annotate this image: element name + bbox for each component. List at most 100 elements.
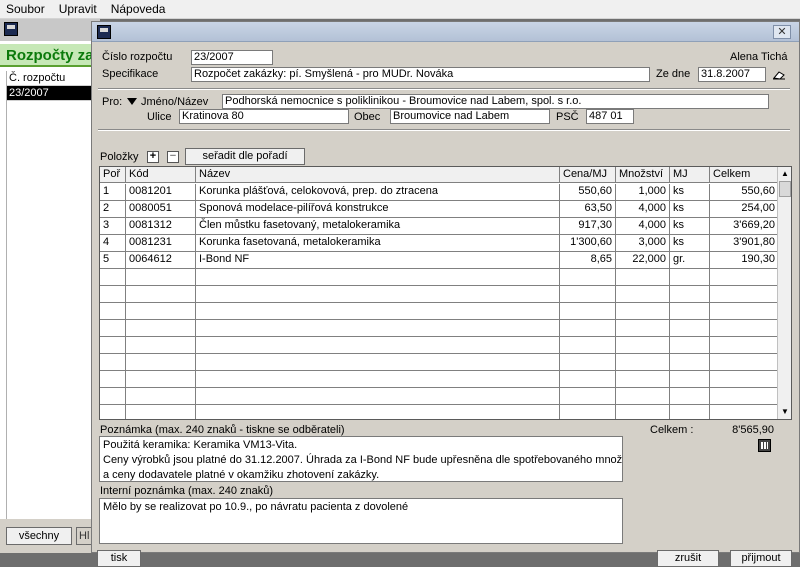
table-cell[interactable] — [560, 354, 616, 370]
budget-list-item[interactable]: 23/2007 — [7, 86, 100, 101]
menu-soubor[interactable]: Soubor — [6, 2, 45, 16]
table-cell[interactable] — [710, 388, 778, 404]
calculator-icon[interactable] — [758, 439, 771, 452]
table-cell[interactable]: 0064612 — [126, 252, 196, 268]
close-icon[interactable]: ✕ — [773, 25, 791, 39]
table-row[interactable]: 3 0081312 Člen můstku fasetovaný, metaloke… — [100, 218, 778, 235]
table-cell[interactable] — [616, 371, 670, 387]
table-cell[interactable] — [560, 388, 616, 404]
table-cell[interactable] — [100, 286, 126, 302]
table-cell[interactable]: I-Bond NF — [196, 252, 560, 268]
table-cell[interactable] — [616, 354, 670, 370]
table-row[interactable] — [100, 354, 778, 371]
table-cell[interactable] — [196, 371, 560, 387]
table-cell[interactable]: 3'901,80 — [710, 235, 778, 251]
table-cell[interactable]: ks — [670, 201, 710, 217]
table-cell[interactable] — [560, 320, 616, 336]
add-item-icon[interactable]: + — [147, 151, 159, 163]
table-cell[interactable] — [100, 371, 126, 387]
table-cell[interactable]: gr. — [670, 252, 710, 268]
table-cell[interactable] — [100, 303, 126, 319]
table-cell[interactable] — [670, 320, 710, 336]
col-header-order[interactable]: Poř — [100, 167, 126, 182]
remove-item-icon[interactable]: − — [167, 151, 179, 163]
table-cell[interactable] — [100, 405, 126, 419]
table-cell[interactable]: 5 — [100, 252, 126, 268]
table-cell[interactable] — [560, 337, 616, 353]
table-cell[interactable] — [100, 388, 126, 404]
table-cell[interactable] — [710, 371, 778, 387]
table-cell[interactable] — [670, 269, 710, 285]
table-cell[interactable] — [126, 303, 196, 319]
table-cell[interactable] — [196, 388, 560, 404]
table-row[interactable]: 4 0081231 Korunka fasetovaná, metalokerami… — [100, 235, 778, 252]
scroll-down-icon[interactable]: ▼ — [779, 406, 791, 418]
table-cell[interactable] — [196, 286, 560, 302]
table-scrollbar[interactable]: ▲ ▼ — [777, 167, 791, 419]
date-field[interactable]: 31.8.2007 — [698, 67, 766, 82]
table-cell[interactable] — [126, 371, 196, 387]
table-cell[interactable]: ks — [670, 235, 710, 251]
table-row[interactable] — [100, 405, 778, 419]
table-cell[interactable]: 190,30 — [710, 252, 778, 268]
table-cell[interactable] — [196, 269, 560, 285]
table-cell[interactable] — [100, 337, 126, 353]
col-header-quantity[interactable]: Množství — [616, 167, 670, 182]
table-row[interactable] — [100, 269, 778, 286]
table-cell[interactable]: 917,30 — [560, 218, 616, 234]
spec-field[interactable]: Rozpočet zakázky: pí. Smyšlená - pro MUD… — [191, 67, 650, 82]
table-cell[interactable]: 0081231 — [126, 235, 196, 251]
table-cell[interactable]: 0080051 — [126, 201, 196, 217]
table-cell[interactable]: Člen můstku fasetovaný, metalokeramika — [196, 218, 560, 234]
table-cell[interactable]: 22,000 — [616, 252, 670, 268]
table-cell[interactable]: ks — [670, 184, 710, 200]
table-cell[interactable] — [710, 337, 778, 353]
table-cell[interactable] — [560, 405, 616, 419]
table-cell[interactable] — [616, 269, 670, 285]
street-field[interactable]: Kratinova 80 — [179, 109, 349, 124]
table-cell[interactable] — [560, 269, 616, 285]
table-cell[interactable]: 254,00 — [710, 201, 778, 217]
table-cell[interactable]: 1 — [100, 184, 126, 200]
note-textarea[interactable]: Použitá keramika: Keramika VM13-Vita. Ce… — [99, 436, 623, 482]
table-cell[interactable] — [126, 354, 196, 370]
table-cell[interactable] — [670, 388, 710, 404]
table-cell[interactable] — [126, 388, 196, 404]
table-cell[interactable] — [126, 337, 196, 353]
table-cell[interactable] — [560, 303, 616, 319]
menu-napoveda[interactable]: Nápoveda — [111, 2, 166, 16]
table-cell[interactable]: Korunka plášťová, celokovová, prep. do z… — [196, 184, 560, 200]
col-header-total[interactable]: Celkem — [710, 167, 778, 182]
table-cell[interactable] — [196, 405, 560, 419]
table-row[interactable] — [100, 371, 778, 388]
table-cell[interactable] — [100, 320, 126, 336]
table-cell[interactable]: Korunka fasetovaná, metalokeramika — [196, 235, 560, 251]
table-cell[interactable]: ks — [670, 218, 710, 234]
table-cell[interactable] — [710, 303, 778, 319]
table-cell[interactable] — [670, 405, 710, 419]
table-cell[interactable] — [616, 388, 670, 404]
table-cell[interactable] — [100, 354, 126, 370]
table-cell[interactable] — [710, 286, 778, 302]
table-row[interactable]: 1 0081201 Korunka plášťová, celokovová, pr… — [100, 184, 778, 201]
sort-button[interactable]: seřadit dle pořadí — [185, 148, 305, 165]
table-cell[interactable]: 8,65 — [560, 252, 616, 268]
table-cell[interactable] — [616, 337, 670, 353]
table-cell[interactable] — [196, 303, 560, 319]
table-row[interactable]: 5 0064612 I-Bond NF 8,65 22,000 gr. 190,30 — [100, 252, 778, 269]
table-cell[interactable]: 4,000 — [616, 218, 670, 234]
table-cell[interactable]: 1,000 — [616, 184, 670, 200]
table-cell[interactable]: 3 — [100, 218, 126, 234]
table-row[interactable] — [100, 303, 778, 320]
table-cell[interactable] — [670, 337, 710, 353]
table-cell[interactable] — [616, 320, 670, 336]
table-cell[interactable] — [616, 303, 670, 319]
table-cell[interactable] — [126, 320, 196, 336]
budget-number-field[interactable]: 23/2007 — [191, 50, 273, 65]
customer-name-field[interactable]: Podhorská nemocnice s poliklinikou - Bro… — [222, 94, 769, 109]
table-cell[interactable]: 4,000 — [616, 201, 670, 217]
table-row[interactable] — [100, 337, 778, 354]
table-cell[interactable] — [560, 286, 616, 302]
table-cell[interactable]: 0081312 — [126, 218, 196, 234]
table-cell[interactable]: 550,60 — [710, 184, 778, 200]
